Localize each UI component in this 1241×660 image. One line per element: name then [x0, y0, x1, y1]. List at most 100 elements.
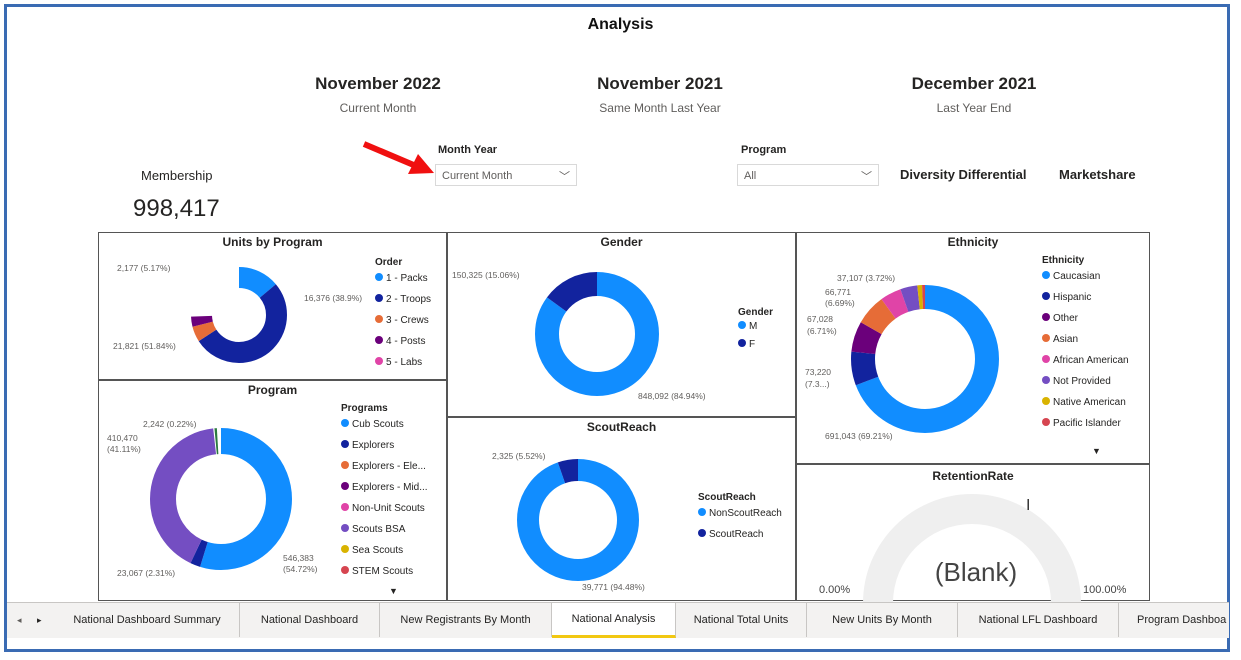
units-by-program-panel[interactable]: Units by Program 2,177 (5.17%) 16,376 (3… [98, 232, 447, 380]
legend-more-icon[interactable]: ▼ [1092, 446, 1101, 456]
gauge-value: (Blank) [934, 557, 1018, 587]
legend-label: Non-Unit Scouts [352, 503, 425, 514]
scoutreach-donut[interactable] [508, 450, 648, 590]
legend-dot-icon [1042, 313, 1050, 322]
gauge-min-label: 0.00% [819, 584, 851, 596]
program-title: Program [247, 383, 298, 397]
legend-label: Native American [1053, 397, 1126, 408]
tab-new-registrants-by-month[interactable]: New Registrants By Month [380, 603, 552, 637]
ethnicity-donut[interactable] [845, 279, 1005, 439]
legend-label: Explorers - Ele... [352, 461, 426, 472]
units-by-program-title: Units by Program [222, 235, 323, 249]
tab-scroll-left-icon[interactable]: ◂ [17, 603, 22, 637]
legend-item[interactable]: Explorers [341, 435, 428, 456]
donut-slice-nonscoutreach[interactable] [517, 459, 639, 581]
data-label: 21,821 (51.84%) [113, 341, 176, 351]
scoutreach-panel[interactable]: ScoutReach 2,325 (5.52%) 39,771 (94.48%)… [447, 417, 796, 601]
legend-dot-icon [1042, 376, 1050, 385]
data-label: 16,376 (38.9%) [304, 293, 363, 303]
scoutreach-title: ScoutReach [586, 420, 657, 434]
legend-item[interactable]: Other [1042, 308, 1129, 329]
legend-item[interactable]: 2 - Troops [375, 289, 431, 310]
legend-item[interactable]: 5 - Labs [375, 352, 431, 373]
legend-label: Asian [1053, 334, 1079, 345]
program-slicer-label: Program [741, 144, 787, 156]
legend-item[interactable]: STEM Scouts [341, 561, 428, 582]
legend-label: 1 - Packs [386, 273, 428, 284]
diversity-differential-label[interactable]: Diversity Differential [900, 167, 1026, 182]
tab-national-dashboard[interactable]: National Dashboard [240, 603, 380, 637]
data-label: (7.3...) [805, 379, 830, 389]
page-title: Analysis [587, 16, 654, 33]
legend-item[interactable]: 3 - Crews [375, 310, 431, 331]
legend-dot-icon [1042, 397, 1050, 406]
units-by-program-donut[interactable] [179, 255, 299, 375]
legend-item[interactable]: Explorers - Mid... [341, 477, 428, 498]
legend-item[interactable]: 1 - Packs [375, 268, 431, 289]
legend-item[interactable]: M [738, 318, 773, 336]
legend-label: Cub Scouts [352, 419, 404, 430]
legend-item[interactable]: Hispanic [1042, 287, 1129, 308]
program-panel[interactable]: Program 2,242 (0.22%) 410,470 (41.11%) 2… [98, 380, 447, 601]
legend-item[interactable]: Asian [1042, 329, 1129, 350]
legend-item[interactable]: Non-Unit Scouts [341, 498, 428, 519]
gender-donut[interactable] [532, 269, 662, 399]
retention-rate-panel[interactable]: RetentionRate (Blank) 0.00% 100.00% I [796, 464, 1150, 603]
legend-dot-icon [1042, 271, 1050, 280]
legend-item[interactable]: Cub Scouts [341, 414, 428, 435]
tab-national-total-units[interactable]: National Total Units [676, 603, 807, 637]
gender-panel[interactable]: Gender 150,325 (15.06%) 848,092 (84.94%)… [447, 232, 796, 417]
legend-label: Scouts BSA [352, 524, 406, 535]
legend-title: Ethnicity [1042, 255, 1085, 266]
legend-dot-icon [738, 321, 746, 330]
legend-item[interactable]: ScoutReach [698, 524, 782, 545]
marketshare-label[interactable]: Marketshare [1059, 167, 1136, 182]
program-slicer[interactable]: All ﹀ [737, 164, 879, 186]
tab-national-analysis[interactable]: National Analysis [552, 603, 676, 638]
chevron-down-icon: ﹀ [861, 171, 872, 183]
legend-label: Caucasian [1053, 271, 1101, 282]
legend-label: Hispanic [1053, 292, 1092, 303]
data-label: 37,107 (3.72%) [837, 273, 896, 283]
retention-rate-title: RetentionRate [932, 469, 1014, 483]
legend-item[interactable]: Pacific Islander [1042, 413, 1129, 434]
legend-item[interactable]: Caucasian [1042, 266, 1129, 287]
legend-item[interactable]: NonScoutReach [698, 503, 782, 524]
legend-title: Programs [341, 403, 388, 414]
legend-label: Pacific Islander [1053, 418, 1121, 429]
data-label: (6.69%) [825, 298, 855, 308]
membership-label: Membership [141, 168, 213, 183]
legend-item[interactable]: Not Provided [1042, 371, 1129, 392]
legend-dot-icon [341, 545, 349, 554]
membership-value: 998,417 [133, 195, 220, 222]
tab-program-dashboard[interactable]: Program Dashboa [1119, 603, 1229, 637]
data-label: (41.11%) [107, 444, 141, 454]
tab-national-dashboard-summary[interactable]: National Dashboard Summary [55, 603, 240, 637]
period-current-label: November 2022 [315, 74, 441, 93]
legend-dot-icon [698, 529, 706, 538]
legend-dot-icon [1042, 418, 1050, 427]
legend-label: 5 - Labs [386, 357, 423, 368]
legend-item[interactable]: F [738, 336, 773, 354]
tab-scroll-right-icon[interactable]: ▸ [37, 603, 42, 637]
tab-new-units-by-month[interactable]: New Units By Month [807, 603, 958, 637]
legend-item[interactable]: Native American [1042, 392, 1129, 413]
ethnicity-panel[interactable]: Ethnicity 37,107 (3.72%) 66,771 (6.69%) … [796, 232, 1150, 464]
legend-dot-icon [341, 482, 349, 491]
legend-item[interactable]: African American [1042, 350, 1129, 371]
ethnicity-title: Ethnicity [947, 235, 999, 249]
legend-item[interactable]: Sea Scouts [341, 540, 428, 561]
legend-item[interactable]: Scouts BSA [341, 519, 428, 540]
legend-label: STEM Scouts [352, 566, 414, 577]
program-donut[interactable] [141, 419, 301, 579]
legend-item[interactable]: 4 - Posts [375, 331, 431, 352]
data-label: 2,325 (5.52%) [492, 451, 546, 461]
legend-dot-icon [341, 419, 349, 428]
month-year-slicer[interactable]: Current Month ﹀ [435, 164, 577, 186]
data-label: 410,470 [107, 433, 138, 443]
legend-item[interactable]: Explorers - Ele... [341, 456, 428, 477]
tab-national-lfl-dashboard[interactable]: National LFL Dashboard [958, 603, 1119, 637]
legend-more-icon[interactable]: ▼ [389, 586, 398, 596]
legend-label: 3 - Crews [386, 315, 429, 326]
legend-dot-icon [341, 503, 349, 512]
